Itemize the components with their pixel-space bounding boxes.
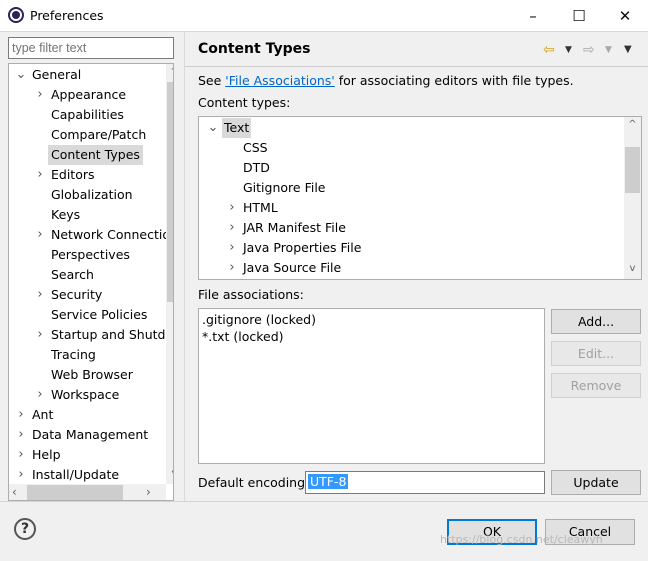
- window-title: Preferences: [30, 8, 104, 23]
- collapsed-chevron-icon[interactable]: ›: [225, 258, 239, 278]
- back-menu-chevron-icon[interactable]: ▼: [565, 41, 572, 59]
- collapsed-chevron-icon[interactable]: ›: [225, 238, 239, 258]
- collapsed-chevron-icon[interactable]: ›: [14, 405, 28, 425]
- expanded-chevron-icon[interactable]: ⌄: [14, 65, 28, 85]
- close-icon: ✕: [618, 6, 632, 25]
- tree-item[interactable]: Network Connections: [48, 225, 173, 245]
- file-associations-label: File associations:: [198, 287, 304, 302]
- tree-item[interactable]: General: [29, 65, 84, 85]
- tree-item[interactable]: Web Browser: [48, 365, 136, 385]
- tree-item[interactable]: Tracing: [48, 345, 99, 365]
- tree-item[interactable]: Content Types: [48, 145, 143, 165]
- minimize-button[interactable]: –: [510, 0, 556, 31]
- ct-scroll-down-icon[interactable]: v: [627, 263, 638, 275]
- content-types-tree: ⌄ Text CSS DTD Gitignore File › HTML › JAR Manif…: [198, 116, 642, 280]
- collapsed-chevron-icon[interactable]: ›: [14, 445, 28, 465]
- content-types-scrollbar[interactable]: ^ v: [624, 117, 641, 279]
- forward-arrow-icon[interactable]: ⇨: [583, 41, 595, 59]
- content-type-item[interactable]: Gitignore File: [241, 178, 327, 198]
- remove-button[interactable]: Remove: [551, 373, 641, 398]
- tree-item[interactable]: Editors: [48, 165, 98, 185]
- watermark: https://blog.csdn.net/cleawyh: [440, 533, 603, 546]
- page-title: Content Types: [198, 41, 311, 57]
- content-type-item[interactable]: Java Source File: [241, 258, 343, 278]
- tree-item[interactable]: Help: [29, 445, 64, 465]
- default-encoding-label: Default encoding:: [198, 475, 310, 490]
- update-button[interactable]: Update: [551, 470, 641, 495]
- collapsed-chevron-icon[interactable]: ›: [225, 218, 239, 238]
- scroll-down-icon[interactable]: v: [168, 468, 173, 480]
- tree-item[interactable]: Keys: [48, 205, 83, 225]
- tree-item[interactable]: Startup and Shutdown: [48, 325, 173, 345]
- forward-menu-chevron-icon[interactable]: ▼: [605, 41, 612, 59]
- tree-item[interactable]: Workspace: [48, 385, 122, 405]
- tree-item[interactable]: Globalization: [48, 185, 136, 205]
- content-type-item[interactable]: HTML: [241, 198, 280, 218]
- ct-scroll-up-icon[interactable]: ^: [627, 120, 638, 130]
- tree-scroll-thumb[interactable]: [167, 82, 173, 302]
- minimize-icon: –: [529, 6, 537, 25]
- tree-horizontal-scrollbar[interactable]: ‹ ›: [9, 484, 166, 500]
- description-text: See 'File Associations' for associating …: [198, 73, 574, 88]
- tree-item[interactable]: Data Management: [29, 425, 151, 445]
- content-type-item[interactable]: Java Properties File: [241, 238, 363, 258]
- pane-separator: [184, 31, 185, 501]
- tree-item[interactable]: Perspectives: [48, 245, 133, 265]
- collapsed-chevron-icon[interactable]: ›: [33, 225, 47, 245]
- tree-item[interactable]: Security: [48, 285, 105, 305]
- content-types-scroll-thumb[interactable]: [625, 147, 640, 193]
- close-button[interactable]: ✕: [602, 0, 648, 31]
- preferences-tree: ⌄ General › Appearance Capabilities Compare/P…: [8, 63, 174, 501]
- header-divider: [185, 66, 648, 67]
- collapsed-chevron-icon[interactable]: ›: [225, 198, 239, 218]
- description-suffix: for associating editors with file types.: [334, 73, 574, 88]
- list-item[interactable]: *.txt (locked): [202, 329, 284, 346]
- default-encoding-input[interactable]: UTF-8: [305, 471, 545, 494]
- content-type-item[interactable]: JAR Manifest File: [241, 218, 348, 238]
- expanded-chevron-icon[interactable]: ⌄: [206, 118, 220, 138]
- collapsed-chevron-icon[interactable]: ›: [14, 425, 28, 445]
- edit-button[interactable]: Edit...: [551, 341, 641, 366]
- file-associations-link[interactable]: 'File Associations': [225, 73, 334, 88]
- maximize-button[interactable]: ☐: [556, 0, 602, 31]
- content-type-item[interactable]: Text: [222, 118, 252, 138]
- collapsed-chevron-icon[interactable]: ›: [33, 325, 47, 345]
- tree-item[interactable]: Appearance: [48, 85, 129, 105]
- description-prefix: See: [198, 73, 226, 88]
- collapsed-chevron-icon[interactable]: ›: [14, 465, 28, 485]
- tree-hscroll-thumb[interactable]: [27, 485, 123, 500]
- content-types-label: Content types:: [198, 95, 291, 110]
- collapsed-chevron-icon[interactable]: ›: [33, 285, 47, 305]
- tree-item[interactable]: Service Policies: [48, 305, 150, 325]
- help-icon[interactable]: ?: [14, 518, 36, 540]
- back-arrow-icon[interactable]: ⇦: [543, 41, 555, 59]
- add-button[interactable]: Add...: [551, 309, 641, 334]
- tree-item[interactable]: Compare/Patch: [48, 125, 149, 145]
- collapsed-chevron-icon[interactable]: ›: [33, 385, 47, 405]
- collapsed-chevron-icon[interactable]: ›: [33, 85, 47, 105]
- tree-item[interactable]: Capabilities: [48, 105, 127, 125]
- tree-item[interactable]: Install/Update: [29, 465, 122, 485]
- filter-input[interactable]: [8, 37, 174, 59]
- file-associations-list: .gitignore (locked) *.txt (locked): [198, 308, 545, 464]
- tree-item[interactable]: Search: [48, 265, 97, 285]
- tree-item[interactable]: Ant: [29, 405, 56, 425]
- scroll-right-icon[interactable]: ›: [146, 485, 156, 500]
- maximize-icon: ☐: [572, 6, 586, 25]
- footer-divider: [0, 501, 648, 502]
- encoding-value: UTF-8: [308, 474, 349, 489]
- scroll-up-icon[interactable]: ^: [170, 67, 173, 77]
- view-menu-icon[interactable]: ▼: [624, 41, 632, 59]
- content-type-item[interactable]: CSS: [241, 138, 270, 158]
- content-type-item[interactable]: DTD: [241, 158, 272, 178]
- tree-vertical-scrollbar[interactable]: ^ v: [166, 64, 173, 484]
- collapsed-chevron-icon[interactable]: ›: [33, 165, 47, 185]
- scroll-left-icon[interactable]: ‹: [12, 485, 22, 500]
- list-item[interactable]: .gitignore (locked): [202, 312, 316, 329]
- eclipse-app-icon: [8, 7, 24, 23]
